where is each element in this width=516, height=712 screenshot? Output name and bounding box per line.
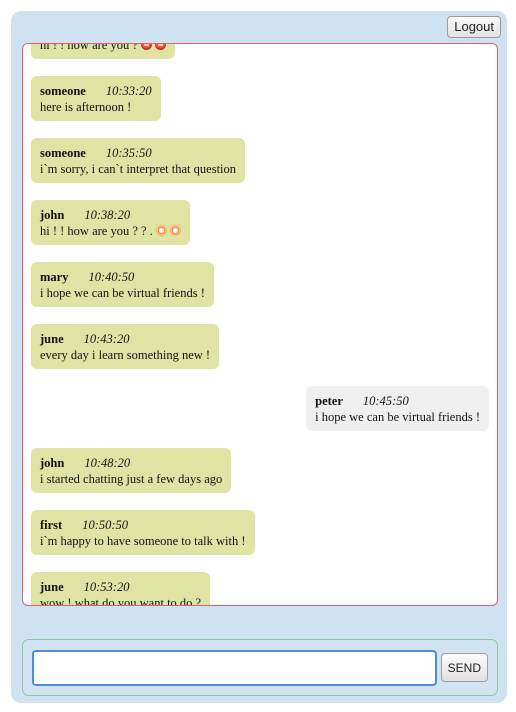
message-bubble: june 10:53:20 wow ! what do you want to do… [31,572,211,606]
message-bubble: someone 10:35:50 i`m sorry, i can`t interp… [31,138,246,183]
message-text: i started chatting just a few days ago [40,472,223,486]
message-meta: john 10:48:20 [40,455,222,471]
message-text: wow ! what do you want to do ? [40,596,202,606]
message-text: i`m sorry, i can`t interpret that questi… [40,162,237,176]
message-item: someone 10:35:50 i`m sorry, i can`t interp… [31,138,489,183]
message-bubble: june 10:43:20 every day i learn something … [31,324,220,369]
message-meta: someone 10:33:20 [40,83,152,99]
message-username: john [40,456,65,470]
message-item: june 10:53:20 wow ! what do you want to do… [31,572,489,606]
message-bubble: hi ! ! how are you ? [31,43,175,59]
message-item: hi ! ! how are you ? [31,43,489,59]
message-bubble: mary 10:40:50 i hope we can be virtual fri… [31,262,214,307]
message-timestamp: 10:45:50 [362,394,409,408]
message-bubble: john 10:48:20 i started chatting just a fe… [31,448,232,493]
message-text-line: i`m sorry, i can`t interpret that questi… [40,161,236,177]
message-timestamp: 10:53:20 [83,580,130,594]
message-meta: peter 10:45:50 [315,393,480,409]
message-username: june [40,332,64,346]
message-timestamp: 10:35:50 [105,146,152,160]
message-text-line: hi ! ! how are you ? [40,43,166,53]
send-button[interactable]: SEND [440,653,488,682]
message-text-line: i started chatting just a few days ago [40,471,222,487]
message-input[interactable] [32,650,437,686]
message-text: here is afternoon ! [40,100,132,114]
message-text: i hope we can be virtual friends ! [315,410,480,424]
message-meta: mary 10:40:50 [40,269,205,285]
message-list: hi ! ! how are you ? someone 10:33:20 here … [23,43,497,606]
kiss-icon [154,44,166,50]
message-text-line: i hope we can be virtual friends ! [40,285,205,301]
message-username: someone [40,84,86,98]
message-text: hi ! ! how are you ? ? . [40,224,153,238]
message-meta: june 10:53:20 [40,579,201,595]
message-text-line: i hope we can be virtual friends ! [315,409,480,425]
message-text: every day i learn something new ! [40,348,211,362]
composer: SEND [22,639,498,696]
message-item: june 10:43:20 every day i learn something … [31,324,489,369]
message-meta: first 10:50:50 [40,517,246,533]
message-meta: john 10:38:20 [40,207,181,223]
message-bubble: john 10:38:20 hi ! ! how are you ? ? . [31,200,190,245]
message-panel[interactable]: hi ! ! how are you ? someone 10:33:20 here … [22,43,498,606]
message-meta: june 10:43:20 [40,331,210,347]
laugh-icon [155,225,167,236]
message-text: i hope we can be virtual friends ! [40,286,205,300]
message-timestamp: 10:43:20 [83,332,130,346]
message-text-line: here is afternoon ! [40,99,152,115]
message-item: peter 10:45:50 i hope we can be virtual fr… [31,386,489,431]
message-text-line: i`m happy to have someone to talk with ! [40,533,246,549]
message-username: john [40,208,65,222]
message-timestamp: 10:48:20 [84,456,131,470]
message-meta: someone 10:35:50 [40,145,236,161]
message-item: mary 10:40:50 i hope we can be virtual fri… [31,262,489,307]
message-timestamp: 10:38:20 [84,208,131,222]
message-username: peter [315,394,343,408]
message-timestamp: 10:40:50 [88,270,135,284]
message-text-line: every day i learn something new ! [40,347,210,363]
message-username: first [40,518,63,532]
message-timestamp: 10:33:20 [105,84,152,98]
message-username: june [40,580,64,594]
message-text: i`m happy to have someone to talk with ! [40,534,246,548]
message-username: someone [40,146,86,160]
message-item: first 10:50:50 i`m happy to have someone t… [31,510,489,555]
message-bubble: someone 10:33:20 here is afternoon ! [31,76,161,121]
laugh-icon [169,225,181,236]
message-item: someone 10:33:20 here is afternoon ! [31,76,489,121]
chat-window: Logout hi ! ! how are you ? someone 10:33:… [11,11,507,703]
message-timestamp: 10:50:50 [82,518,129,532]
logout-button[interactable]: Logout [447,16,501,38]
message-text-line: wow ! what do you want to do ? [40,595,202,606]
kiss-icon [140,44,152,50]
message-bubble: first 10:50:50 i`m happy to have someone t… [31,510,255,555]
message-bubble: peter 10:45:50 i hope we can be virtual fr… [306,386,489,431]
message-username: mary [40,270,69,284]
message-item: john 10:38:20 hi ! ! how are you ? ? . [31,200,489,245]
message-text: hi ! ! how are you ? [40,43,138,52]
message-text-line: hi ! ! how are you ? ? . [40,223,181,239]
message-item: john 10:48:20 i started chatting just a fe… [31,448,489,493]
